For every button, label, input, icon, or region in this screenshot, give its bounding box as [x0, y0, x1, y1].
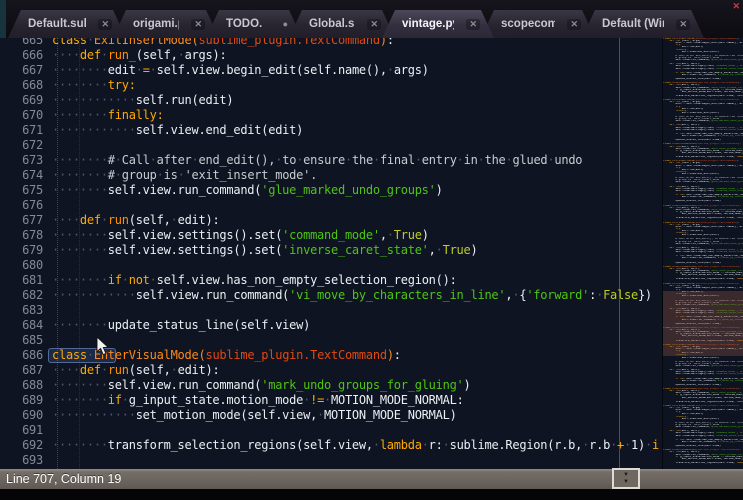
code-line: 680	[0, 258, 659, 273]
line-number: 689	[0, 393, 45, 408]
tab-todo.txt[interactable]: TODO.txt ●	[206, 10, 302, 38]
line-number: 677	[0, 213, 45, 228]
code-line: 681········if·not·self.view.has_non_empt…	[0, 273, 659, 288]
line-number: 691	[0, 423, 45, 438]
code-line: 693	[0, 453, 659, 468]
code-line: 670········finally:	[0, 108, 659, 123]
code-line: 671············self.view.end_edit(edit)	[0, 123, 659, 138]
tab-close-icon[interactable]: ✕	[191, 19, 205, 30]
code-lines: 665class·ExitInsertMode(sublime_plugin.T…	[0, 38, 659, 468]
line-number: 688	[0, 378, 45, 393]
code-line: 684········update_status_line(self.view)	[0, 318, 659, 333]
tab-close-icon[interactable]: ✕	[567, 19, 581, 30]
line-number: 667	[0, 63, 45, 78]
tab-default-windo[interactable]: Default (Windo ✕	[582, 10, 704, 38]
tab-label: vintage.py	[402, 18, 454, 30]
line-number: 682	[0, 288, 45, 303]
tab-label: Default.sublim	[28, 18, 86, 30]
line-number: 693	[0, 453, 45, 468]
line-number: 683	[0, 303, 45, 318]
tab-close-icon[interactable]: ✕	[466, 19, 480, 30]
line-number: 666	[0, 48, 45, 63]
scrollbar-steppers[interactable]: ▼ ▼	[612, 468, 640, 489]
line-number: 673	[0, 153, 45, 168]
line-number: 670	[0, 108, 45, 123]
code-line: 679········self.view.settings().set('inv…	[0, 243, 659, 258]
code-line: 672	[0, 138, 659, 153]
line-number: 676	[0, 198, 45, 213]
code-line: 678········self.view.settings().set('com…	[0, 228, 659, 243]
window-bottom-edge	[0, 489, 743, 500]
tab-bar: Default.sublim✕origami.py✕TODO.txt●Globa…	[0, 0, 743, 39]
line-number: 680	[0, 258, 45, 273]
code-line: 673········#·Call·after·end_edit(),·to·e…	[0, 153, 659, 168]
code-line: 676	[0, 198, 659, 213]
minimap-viewport[interactable]	[663, 291, 743, 356]
line-number: 674	[0, 168, 45, 183]
line-number: 675	[0, 183, 45, 198]
code-line: 666····def·run_(self,·args):	[0, 48, 659, 63]
code-line: 691	[0, 423, 659, 438]
code-area[interactable]: 665class·ExitInsertMode(sublime_plugin.T…	[0, 38, 662, 469]
line-number: 692	[0, 438, 45, 453]
line-number: 690	[0, 408, 45, 423]
minimap[interactable]: class ExitInsertMode(sublime_plugin.Text…	[662, 38, 743, 469]
line-number: 685	[0, 333, 45, 348]
tab-label: scopecommand	[501, 18, 555, 30]
tab-label: TODO.txt	[226, 18, 262, 30]
minimap-code: class ExitInsertMode(sublime_plugin.Text…	[663, 38, 743, 466]
line-number: 668	[0, 78, 45, 93]
tab-scopecommand[interactable]: scopecommand ✕	[481, 10, 595, 38]
window-edge	[0, 0, 6, 38]
editor-pane: 665class·ExitInsertMode(sublime_plugin.T…	[0, 38, 743, 469]
code-line: 667········edit·=·self.view.begin_edit(s…	[0, 63, 659, 78]
line-number: 686	[0, 348, 45, 363]
line-number: 678	[0, 228, 45, 243]
tab-default.sublim[interactable]: Default.sublim ✕	[8, 10, 126, 38]
line-number: 681	[0, 273, 45, 288]
tab-label: Global.sublime	[309, 18, 355, 30]
code-line: 682············self.view.run_command('vi…	[0, 288, 659, 303]
code-line: 669············self.run(edit)	[0, 93, 659, 108]
tab-vintage.py[interactable]: vintage.py ✕	[382, 10, 494, 38]
code-line: 687····def·run(self,·edit):	[0, 363, 659, 378]
tab-close-icon[interactable]: ✕	[367, 19, 381, 30]
tab-label: Default (Windo	[602, 18, 664, 30]
line-number: 671	[0, 123, 45, 138]
tab-close-icon[interactable]: ✕	[676, 19, 690, 30]
mouse-cursor-icon	[96, 337, 110, 362]
tab-strip: Default.sublim✕origami.py✕TODO.txt●Globa…	[8, 10, 704, 38]
code-line: 677····def·run(self,·edit):	[0, 213, 659, 228]
line-number: 672	[0, 138, 45, 153]
scroll-down-icon[interactable]: ▼	[623, 479, 629, 486]
tab-global.sublime[interactable]: Global.sublime ✕	[289, 10, 395, 38]
sublime-window: Default.sublim✕origami.py✕TODO.txt●Globa…	[0, 0, 743, 500]
line-number: 679	[0, 243, 45, 258]
code-line: 668········try:	[0, 78, 659, 93]
tab-label: origami.py	[133, 18, 179, 30]
code-line: 692········transform_selection_regions(s…	[0, 438, 659, 453]
code-line: 688········self.view.run_command('mark_u…	[0, 378, 659, 393]
code-line: 683	[0, 303, 659, 318]
tab-close-icon[interactable]: ✕	[98, 19, 112, 30]
code-line: 674········#·group·is·'exit_insert_mode'…	[0, 168, 659, 183]
scroll-down-icon[interactable]: ▼	[623, 472, 629, 479]
line-number: 669	[0, 93, 45, 108]
window-close-icon[interactable]: ✕	[732, 1, 740, 12]
line-number: 684	[0, 318, 45, 333]
code-line: 665class·ExitInsertMode(sublime_plugin.T…	[0, 38, 659, 48]
tab-origami.py[interactable]: origami.py ✕	[113, 10, 219, 38]
tab-dirty-icon: ●	[283, 20, 288, 29]
line-number: 687	[0, 363, 45, 378]
caret-position-label: Line 707, Column 19	[6, 472, 121, 486]
code-line: 689········if·g_input_state.motion_mode·…	[0, 393, 659, 408]
code-line: 690············set_motion_mode(self.view…	[0, 408, 659, 423]
code-line: 675········self.view.run_command('glue_m…	[0, 183, 659, 198]
line-number: 665	[0, 38, 45, 48]
